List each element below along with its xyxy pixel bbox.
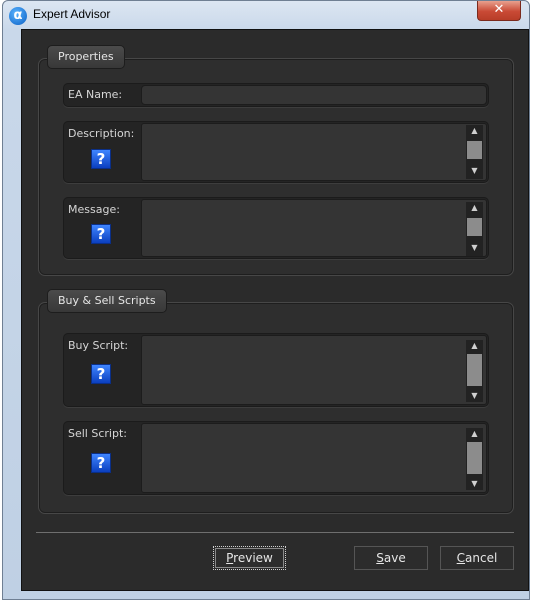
properties-group: Properties EA Name: Description: ? ▲ ▼ M…: [38, 45, 514, 276]
sell-script-help-icon[interactable]: ?: [91, 453, 111, 473]
ea-name-input[interactable]: [141, 85, 487, 105]
message-textarea[interactable]: [141, 199, 487, 257]
scroll-thumb[interactable]: [467, 354, 482, 386]
preview-label: review: [233, 551, 273, 565]
scroll-thumb[interactable]: [467, 442, 482, 474]
dialog-client-area: Properties EA Name: Description: ? ▲ ▼ M…: [21, 29, 529, 591]
cancel-button[interactable]: Cancel: [440, 546, 514, 570]
window-title: Expert Advisor: [33, 7, 111, 21]
scroll-up-icon[interactable]: ▲: [466, 125, 483, 137]
scripts-group-label: Buy & Sell Scripts: [47, 289, 167, 313]
sell-script-textarea[interactable]: [141, 423, 487, 493]
message-row: Message: ? ▲ ▼: [63, 197, 489, 259]
description-row: Description: ? ▲ ▼: [63, 121, 489, 183]
cancel-label: ancel: [465, 551, 498, 565]
scroll-up-icon[interactable]: ▲: [466, 202, 483, 214]
sell-script-row: Sell Script: ? ▲ ▼: [63, 421, 489, 495]
description-label: Description:: [68, 127, 135, 140]
message-scrollbar[interactable]: ▲ ▼: [466, 202, 483, 256]
cancel-accelerator: C: [456, 551, 466, 565]
message-help-icon[interactable]: ?: [91, 224, 111, 244]
scroll-down-icon[interactable]: ▼: [466, 390, 483, 402]
buy-script-textarea[interactable]: [141, 335, 487, 405]
buy-script-scrollbar[interactable]: ▲ ▼: [466, 340, 483, 402]
scroll-up-icon[interactable]: ▲: [466, 340, 483, 352]
message-label: Message:: [68, 203, 120, 216]
sell-script-scrollbar[interactable]: ▲ ▼: [466, 428, 483, 490]
title-bar[interactable]: α Expert Advisor ✕: [3, 1, 529, 29]
buy-script-row: Buy Script: ? ▲ ▼: [63, 333, 489, 407]
ea-name-label: EA Name:: [68, 88, 123, 101]
scripts-group: Buy & Sell Scripts Buy Script: ? ▲ ▼ Sel…: [38, 289, 514, 514]
save-accelerator: S: [376, 551, 384, 565]
scroll-down-icon[interactable]: ▼: [466, 478, 483, 490]
alpha-app-icon: α: [9, 7, 27, 25]
description-textarea[interactable]: [141, 123, 487, 181]
sell-script-label: Sell Script:: [68, 427, 127, 440]
scroll-down-icon[interactable]: ▼: [466, 165, 483, 177]
button-divider: [36, 532, 514, 533]
properties-group-label: Properties: [47, 45, 125, 69]
scroll-down-icon[interactable]: ▼: [466, 242, 483, 254]
description-help-icon[interactable]: ?: [91, 149, 111, 169]
window-frame: α Expert Advisor ✕ Properties EA Name: D…: [2, 0, 530, 600]
close-button[interactable]: ✕: [477, 1, 521, 21]
buy-script-label: Buy Script:: [68, 339, 129, 352]
save-label: ave: [383, 551, 406, 565]
ea-name-row: EA Name:: [63, 83, 489, 107]
preview-button[interactable]: Preview: [213, 546, 286, 570]
scroll-up-icon[interactable]: ▲: [466, 428, 483, 440]
save-button[interactable]: Save: [354, 546, 428, 570]
scroll-thumb[interactable]: [467, 218, 482, 236]
description-scrollbar[interactable]: ▲ ▼: [466, 125, 483, 179]
buy-script-help-icon[interactable]: ?: [91, 364, 111, 384]
scroll-thumb[interactable]: [467, 141, 482, 159]
